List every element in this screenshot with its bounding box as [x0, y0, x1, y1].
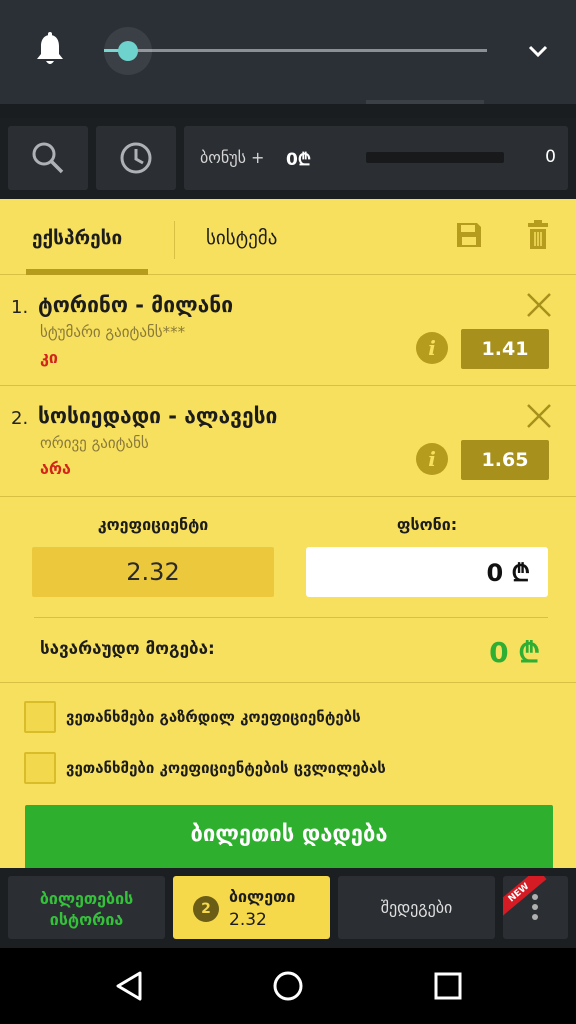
coefficient-value: 2.32 [32, 547, 274, 597]
ticket-button[interactable]: 2 ბილეთი 2.32 [173, 876, 330, 939]
stake-label: ფსონი: [396, 515, 458, 534]
bet-selection: არა [40, 459, 71, 478]
possible-win-value: 0 ₾ [489, 636, 540, 669]
possible-win-label: სავარაუდო მოგება: [40, 639, 215, 659]
search-icon [32, 142, 64, 174]
tab-express[interactable]: ექსპრესი [32, 227, 122, 249]
history-clock-button[interactable] [96, 126, 176, 190]
bet-history-button[interactable]: ბილეთების ისტორია [8, 876, 165, 939]
bonus-value: 0₾ [286, 150, 311, 170]
volume-slider-thumb[interactable] [118, 41, 138, 61]
stake-input[interactable] [306, 547, 548, 597]
bet-slip: ექსპრესი სისტემა 1. ტორინო - მილანი სტუმ… [0, 199, 576, 868]
bet-odd: 1.65 [461, 440, 549, 480]
home-icon[interactable] [272, 970, 304, 1002]
bet-odd: 1.41 [461, 329, 549, 369]
bet-selection: კი [40, 348, 58, 367]
bet-item: 1. ტორინო - მილანი სტუმარი გაიტანს*** კი… [0, 275, 576, 386]
agree-label: ვეთანხმები გაზრდილ კოეფიციენტებს [66, 708, 361, 726]
tab-system[interactable]: სისტემა [206, 227, 277, 249]
ticket-label: ბილეთი [229, 887, 296, 906]
bonus-progress-bar [366, 152, 504, 163]
ticket-coefficient: 2.32 [229, 910, 267, 930]
calc-divider [34, 617, 548, 618]
agree-odds-change[interactable]: ვეთანხმები კოეფიციენტების ცვლილებას [24, 752, 554, 784]
checkbox[interactable] [24, 701, 56, 733]
ticket-count-badge: 2 [193, 896, 219, 922]
clock-icon [120, 142, 152, 174]
stake-calculator: კოეფიციენტი ფსონი: 2.32 სავარაუდო მოგება… [0, 497, 576, 683]
more-vert-icon [531, 894, 539, 922]
bet-item: 2. სოსიედადი - ალავესი ორივე გაიტანს არა… [0, 386, 576, 497]
results-label: შედეგები [380, 898, 453, 917]
bet-number: 1. [11, 297, 29, 318]
back-icon[interactable] [114, 970, 144, 1002]
coefficient-label: კოეფიციენტი [97, 515, 209, 534]
trash-icon[interactable] [527, 220, 549, 249]
info-icon[interactable]: i [416, 443, 448, 475]
recents-icon[interactable] [434, 972, 462, 1000]
results-button[interactable]: შედეგები [338, 876, 495, 939]
tool-row: ბონუს + 0₾ 0 [0, 118, 576, 200]
checkbox[interactable] [24, 752, 56, 784]
bet-market: სტუმარი გაიტანს*** [40, 323, 186, 341]
more-button[interactable]: NEW [503, 876, 568, 939]
top-bar [0, 0, 576, 104]
tab-divider [174, 221, 175, 259]
bonus-count: 0 [545, 147, 556, 167]
volume-slider-track[interactable] [104, 49, 487, 52]
chevron-down-icon[interactable] [524, 40, 552, 62]
bottom-nav: ბილეთების ისტორია 2 ბილეთი 2.32 შედეგები… [0, 868, 576, 948]
close-icon[interactable] [526, 292, 552, 318]
bet-number: 2. [11, 408, 29, 429]
system-nav-bar [0, 948, 576, 1024]
bell-icon[interactable] [34, 32, 66, 68]
agree-increased-odds[interactable]: ვეთანხმები გაზრდილ კოეფიციენტებს [24, 701, 554, 733]
slip-tabs: ექსპრესი სისტემა [0, 199, 576, 275]
close-icon[interactable] [526, 403, 552, 429]
info-icon[interactable]: i [416, 332, 448, 364]
new-badge: NEW [503, 876, 547, 918]
bet-teams: სოსიედადი - ალავესი [38, 404, 278, 428]
bet-history-label: ბილეთების ისტორია [39, 889, 134, 929]
bet-market: ორივე გაიტანს [40, 434, 149, 452]
agree-label: ვეთანხმები კოეფიციენტების ცვლილებას [66, 759, 386, 777]
place-bet-button[interactable]: ბილეთის დადება [25, 805, 553, 868]
save-icon[interactable] [455, 221, 483, 249]
bonus-label: ბონუს + [200, 148, 265, 167]
search-button[interactable] [8, 126, 88, 190]
bet-teams: ტორინო - მილანი [38, 293, 234, 317]
bonus-panel[interactable]: ბონუს + 0₾ 0 [184, 126, 568, 190]
